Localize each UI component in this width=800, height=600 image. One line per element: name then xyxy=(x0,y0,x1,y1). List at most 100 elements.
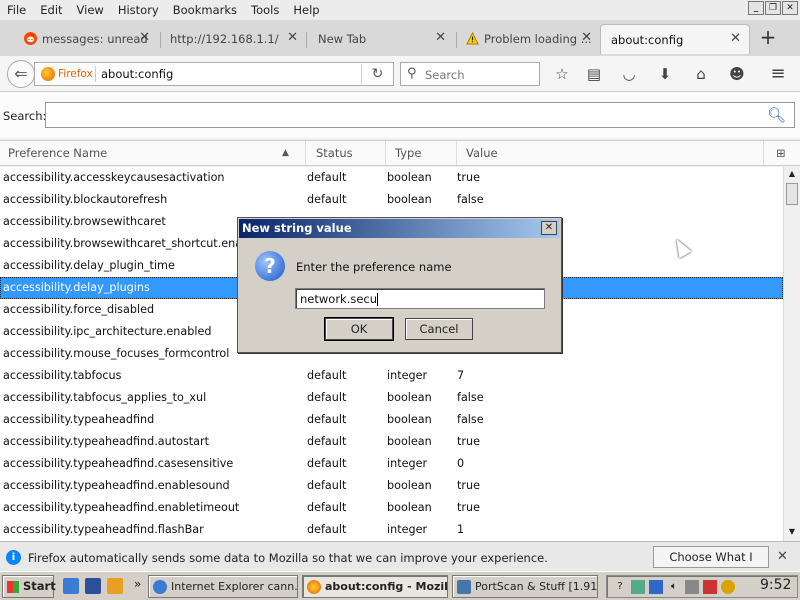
scroll-thumb[interactable] xyxy=(786,183,798,205)
search-bar[interactable]: ⚲ Search xyxy=(400,62,540,86)
table-row[interactable]: accessibility.tabfocus_applies_to_xul def… xyxy=(0,387,783,409)
tab-close-icon[interactable]: ✕ xyxy=(581,31,592,44)
url-bar[interactable]: Firefox about:config ↻ xyxy=(34,62,394,86)
question-icon: ? xyxy=(255,251,285,281)
magnifier-icon: 🔍︎ xyxy=(766,106,786,124)
choose-what-i-share-button[interactable]: Choose What I Share xyxy=(653,546,769,584)
tab-problem-loading[interactable]: Problem loading ... ✕ xyxy=(460,24,600,54)
close-icon[interactable]: ✕ xyxy=(782,1,798,15)
preference-status: default xyxy=(307,523,347,536)
device-tray-icon[interactable] xyxy=(685,580,699,594)
vertical-scrollbar[interactable]: ▲ ▼ xyxy=(783,167,800,541)
preference-status: default xyxy=(307,479,347,492)
bookmarks-list-icon[interactable]: ▤ xyxy=(583,64,605,84)
preference-name: accessibility.typeaheadfind.autostart xyxy=(3,435,210,448)
menu-tools[interactable]: Tools xyxy=(244,3,286,17)
taskbar-button-ie[interactable]: Internet Explorer cann... xyxy=(148,575,298,598)
preference-status: default xyxy=(307,413,347,426)
network-tray-icon[interactable] xyxy=(631,580,645,594)
dialog-close-icon[interactable]: ✕ xyxy=(541,221,557,235)
column-header-type[interactable]: Type xyxy=(387,141,457,165)
tab-about-config[interactable]: about:config ✕ xyxy=(600,24,750,54)
new-tab-button[interactable]: + xyxy=(756,24,780,52)
menu-icon[interactable]: ≡ xyxy=(767,64,789,84)
url-text[interactable]: about:config xyxy=(101,67,173,81)
preference-type: boolean xyxy=(387,501,432,514)
quicklaunch-overflow[interactable]: » xyxy=(134,577,141,591)
scroll-down-icon[interactable]: ▼ xyxy=(784,525,800,539)
table-row[interactable]: accessibility.blockautorefresh default boo… xyxy=(0,189,783,211)
preference-status: default xyxy=(307,457,347,470)
back-button[interactable]: ⇐ xyxy=(7,60,35,88)
column-header-value[interactable]: Value xyxy=(458,141,764,165)
preference-status: default xyxy=(307,435,347,448)
help-tray-icon[interactable]: ? xyxy=(613,580,627,594)
table-row[interactable]: accessibility.typeaheadfind.casesensitiv… xyxy=(0,453,783,475)
ok-button[interactable]: OK xyxy=(324,317,394,341)
navigation-toolbar: ⇐ Firefox about:config ↻ ⚲ Search ☆ ▤ ◡ … xyxy=(0,56,800,92)
preference-name: accessibility.tabfocus xyxy=(3,369,122,382)
ie-icon xyxy=(153,580,167,594)
tab-new-tab[interactable]: New Tab ✕ xyxy=(294,24,454,54)
window-controls: _ ❐ ✕ xyxy=(748,1,798,15)
table-row[interactable]: accessibility.accesskeycausesactivation d… xyxy=(0,167,783,189)
system-tray: ? 🔈︎ 9:52 xyxy=(606,575,798,598)
monitor-tray-icon[interactable] xyxy=(649,580,663,594)
table-row[interactable]: accessibility.tabfocus default integer 7 xyxy=(0,365,783,387)
restore-icon[interactable]: ❐ xyxy=(765,1,781,15)
cancel-button[interactable]: Cancel xyxy=(405,318,473,340)
menu-help[interactable]: Help xyxy=(286,3,326,17)
search-placeholder: Search xyxy=(425,68,465,82)
volume-tray-icon[interactable]: 🔈︎ xyxy=(667,580,681,594)
tab-messages[interactable]: messages: unread ✕ xyxy=(18,24,158,54)
preference-value: false xyxy=(457,193,484,206)
desktop-quicklaunch-icon[interactable] xyxy=(85,578,101,594)
table-row[interactable]: accessibility.typeaheadfind.autostart def… xyxy=(0,431,783,453)
scroll-up-icon[interactable]: ▲ xyxy=(784,167,800,181)
column-header-status[interactable]: Status xyxy=(308,141,386,165)
menu-history[interactable]: History xyxy=(111,3,166,17)
preference-name: accessibility.mouse_focuses_formcontrol xyxy=(3,347,230,360)
preference-name: accessibility.ipc_architecture.enabled xyxy=(3,325,212,338)
start-button[interactable]: Start xyxy=(2,575,56,598)
search-icon: ⚲ xyxy=(407,66,417,81)
close-icon[interactable]: ✕ xyxy=(777,549,788,564)
table-row[interactable]: accessibility.typeaheadfind default boolea… xyxy=(0,409,783,431)
taskbar-button-firefox[interactable]: about:config - Mozil... xyxy=(302,575,448,598)
hello-icon[interactable]: ☻ xyxy=(726,64,748,84)
firefox-icon xyxy=(307,580,321,594)
preference-name: accessibility.accesskeycausesactivation xyxy=(3,171,225,184)
menu-bookmarks[interactable]: Bookmarks xyxy=(166,3,244,17)
preference-name: accessibility.typeaheadfind.casesensitiv… xyxy=(3,457,234,470)
menu-file[interactable]: File xyxy=(0,3,33,17)
minimize-icon[interactable]: _ xyxy=(748,1,764,15)
dialog-titlebar[interactable]: New string value ✕ xyxy=(239,219,560,238)
config-search-input[interactable]: 🔍︎ xyxy=(45,102,795,128)
tab-close-icon[interactable]: ✕ xyxy=(435,31,446,44)
downloads-icon[interactable]: ⬇ xyxy=(654,64,676,84)
pocket-icon[interactable]: ◡ xyxy=(618,64,640,84)
column-picker-icon[interactable]: ⊞ xyxy=(766,141,800,165)
preference-status: default xyxy=(307,391,347,404)
security-tray-icon[interactable] xyxy=(703,580,717,594)
menubar: File Edit View History Bookmarks Tools H… xyxy=(0,0,800,20)
menu-view[interactable]: View xyxy=(70,3,111,17)
ie-quicklaunch-icon[interactable] xyxy=(63,578,79,594)
update-tray-icon[interactable] xyxy=(721,580,735,594)
home-icon[interactable]: ⌂ xyxy=(690,64,712,84)
column-header-name[interactable]: Preference Name ▲ xyxy=(0,141,306,165)
taskbar-button-portscan[interactable]: PortScan & Stuff [1.91] xyxy=(452,575,598,598)
tab-router[interactable]: http://192.168.1.1/ ✕ xyxy=(146,24,306,54)
tab-close-icon[interactable]: ✕ xyxy=(730,32,741,45)
menu-edit[interactable]: Edit xyxy=(33,3,69,17)
media-quicklaunch-icon[interactable] xyxy=(107,578,123,594)
preference-name: accessibility.typeaheadfind.enablesound xyxy=(3,479,230,492)
preference-name-input[interactable]: network.secu xyxy=(295,288,545,309)
reload-icon[interactable]: ↻ xyxy=(361,64,393,84)
table-row[interactable]: accessibility.typeaheadfind.enabletimeou… xyxy=(0,497,783,519)
preference-name: accessibility.tabfocus_applies_to_xul xyxy=(3,391,207,404)
table-row[interactable]: accessibility.typeaheadfind.enablesound d… xyxy=(0,475,783,497)
table-row[interactable]: accessibility.typeaheadfind.flashBar defa… xyxy=(0,519,783,541)
dialog-prompt: Enter the preference name xyxy=(296,260,452,274)
bookmark-star-icon[interactable]: ☆ xyxy=(551,64,573,84)
